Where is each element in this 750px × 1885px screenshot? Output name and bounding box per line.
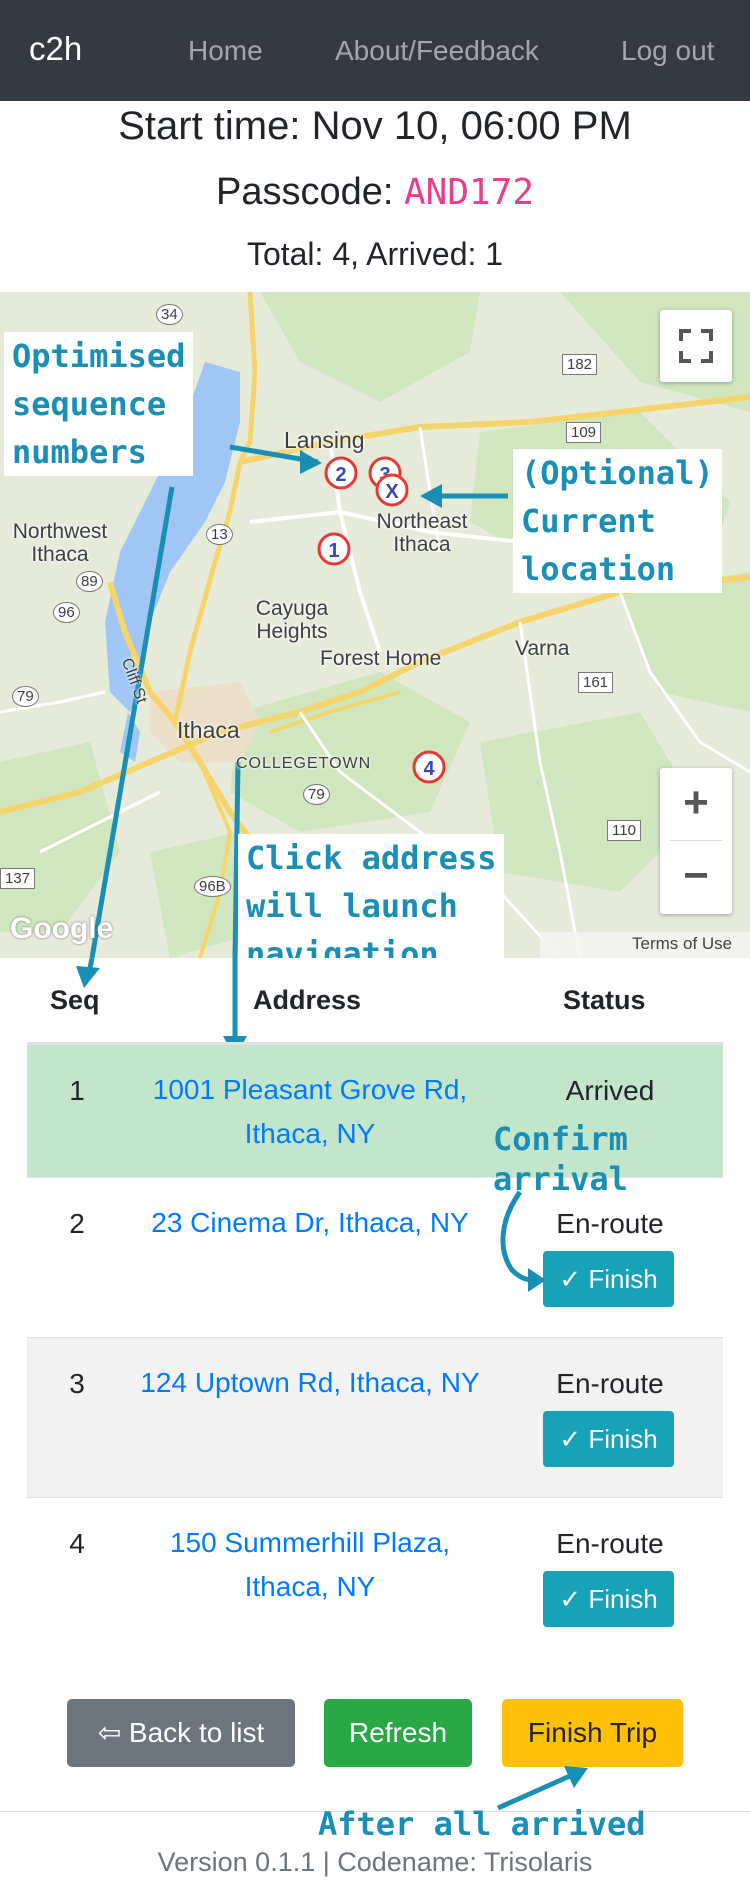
column-header-seq: Seq [50,985,100,1015]
passcode-value: AND172 [403,172,535,213]
column-header-address: Address [253,985,362,1015]
column-header-status: Status [563,985,646,1015]
annotation-address: Click address will launch navigation [238,834,505,958]
route-shield-13: 13 [206,524,233,545]
svg-text:1: 1 [328,540,339,562]
row-3-finish-button[interactable]: ✓ Finish [543,1411,674,1467]
map-label-ithaca: Ithaca [177,717,240,743]
row-2-seq: 2 [69,1208,85,1239]
passcode-label: Passcode: [215,171,404,213]
route-shield-96: 96 [53,602,80,623]
annotation-location: (Optional) Current location [513,449,722,593]
row-1-status: Arrived [565,1075,655,1106]
route-map[interactable]: 2 3 X 1 4 Lansing Northwest Ithaca North… [0,292,750,958]
row-3-address-link[interactable]: 124 Uptown Rd, Ithaca, NY [140,1361,480,1405]
version-footer: Version 0.1.1 | Codename: Trisolaris [157,1847,593,1877]
route-shield-89: 89 [76,571,103,592]
map-label-lansing: Lansing [284,427,365,453]
svg-text:X: X [385,481,399,503]
start-time: Start time: Nov 10, 06:00 PM [118,104,632,148]
svg-text:4: 4 [423,758,435,780]
row-1-address-link[interactable]: 1001 Pleasant Grove Rd, Ithaca, NY [140,1068,480,1156]
trip-totals: Total: 4, Arrived: 1 [246,236,504,272]
map-marker-2[interactable]: 2 [324,456,358,490]
nav-about-feedback[interactable]: About/Feedback [335,35,539,67]
map-marker-4[interactable]: 4 [412,750,446,784]
nav-home[interactable]: Home [188,35,263,67]
route-shield-137: 137 [0,868,36,889]
map-label-collegetown: COLLEGETOWN [236,755,372,772]
route-shield-109: 109 [566,422,602,443]
finish-trip-button[interactable]: Finish Trip [502,1699,683,1767]
annotation-arrow-confirm [500,1190,546,1292]
row-1-seq: 1 [69,1075,85,1106]
route-shield-34: 34 [156,304,183,325]
row-2-finish-button[interactable]: ✓ Finish [543,1251,674,1307]
map-label-varna: Varna [515,637,570,660]
row-2-address-link[interactable]: 23 Cinema Dr, Ithaca, NY [140,1201,480,1245]
route-shield-110: 110 [607,820,641,841]
map-label-forest-home: Forest Home [320,647,442,670]
zoom-in-button[interactable]: + [660,768,732,840]
row-3-seq: 3 [69,1368,85,1399]
google-logo: Google [10,912,114,945]
map-label-northeast-ithaca: Northeast Ithaca [376,510,468,556]
route-shield-96b: 96B [194,876,231,897]
fullscreen-icon [679,329,713,363]
row-4-seq: 4 [69,1528,85,1559]
route-shield-182: 182 [562,354,598,375]
nav-log-out[interactable]: Log out [621,35,714,67]
current-location-marker[interactable]: X [375,473,409,507]
svg-text:2: 2 [335,464,346,486]
refresh-button[interactable]: Refresh [324,1699,472,1767]
row-4-address-link[interactable]: 150 Summerhill Plaza, Ithaca, NY [140,1521,480,1609]
route-shield-161: 161 [578,672,614,693]
passcode-line: Passcode: AND172 [0,171,750,214]
back-to-list-button[interactable]: ⇦ Back to list [67,1699,295,1767]
terms-of-use-link[interactable]: Terms of Use [632,934,732,954]
brand-logo[interactable]: c2h [29,30,82,68]
annotation-confirm: Confirm arrival [493,1120,628,1198]
row-4-status: En-route [556,1528,664,1559]
annotation-after: After all arrived [318,1805,646,1843]
zoom-control: + − [660,768,732,914]
map-label-cayuga-heights: Cayuga Heights [255,597,329,643]
route-shield-79-east: 79 [303,784,330,805]
row-3-status: En-route [556,1368,664,1399]
annotation-sequence: Optimised sequence numbers [4,332,194,476]
route-shield-79-west: 79 [12,686,39,707]
fullscreen-button[interactable] [660,310,732,382]
row-4-finish-button[interactable]: ✓ Finish [543,1571,674,1627]
zoom-out-button[interactable]: − [660,841,732,913]
map-marker-1[interactable]: 1 [317,532,351,566]
map-label-northwest-ithaca: Northwest Ithaca [12,520,108,566]
map-attribution-bar: Terms of Use [540,932,750,958]
navbar: c2h Home About/Feedback Log out [0,0,750,101]
